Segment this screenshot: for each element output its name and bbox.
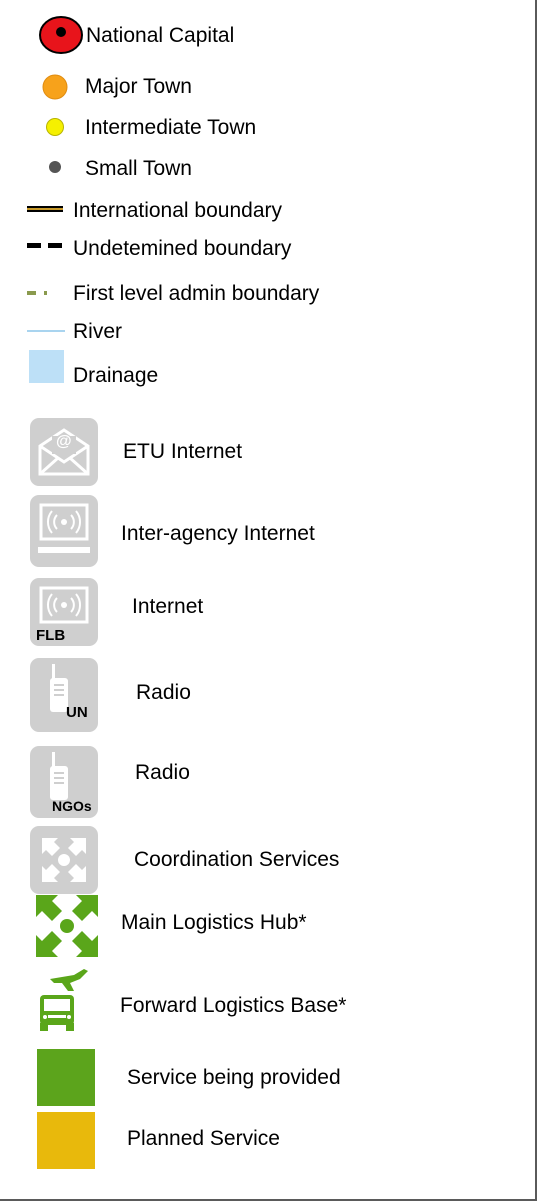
planned-service-swatch <box>37 1112 95 1169</box>
undetermined-boundary-symbol <box>27 243 62 248</box>
intermediate-town-symbol <box>46 118 64 136</box>
international-boundary-label: International boundary <box>73 199 282 222</box>
forward-logistics-base-icon <box>40 969 88 1031</box>
intermediate-town-label: Intermediate Town <box>85 116 257 139</box>
at-sign: @ <box>56 433 72 450</box>
un-tag: UN <box>66 704 88 721</box>
inter-agency-internet-icon <box>30 495 98 567</box>
radio-ngos-icon: NGOs <box>30 746 98 818</box>
etu-internet-label: ETU Internet <box>123 440 243 463</box>
service-provided-swatch <box>37 1049 95 1106</box>
radio-un-icon: UN <box>30 658 98 732</box>
small-town-label: Small Town <box>85 157 192 180</box>
undetermined-boundary-label: Undetemined boundary <box>73 237 292 260</box>
radio-un-label: Radio <box>136 681 191 704</box>
admin-boundary-label: First level admin boundary <box>73 282 320 305</box>
national-capital-symbol <box>39 16 83 54</box>
flb-tag: FLB <box>36 627 66 644</box>
admin-boundary-symbol <box>27 291 47 295</box>
main-logistics-hub-icon <box>36 895 98 957</box>
major-town-symbol <box>42 74 68 100</box>
river-label: River <box>73 320 123 343</box>
forward-logistics-base-label: Forward Logistics Base* <box>120 994 347 1017</box>
planned-service-label: Planned Service <box>127 1127 280 1150</box>
major-town-label: Major Town <box>85 75 192 98</box>
inter-agency-internet-label: Inter-agency Internet <box>121 522 315 545</box>
drainage-label: Drainage <box>73 364 159 387</box>
radio-ngos-label: Radio <box>135 761 190 784</box>
international-boundary-symbol <box>27 206 63 212</box>
internet-label: Internet <box>132 595 204 618</box>
river-symbol <box>27 330 65 332</box>
small-town-symbol <box>49 161 61 173</box>
internet-flb-icon: FLB <box>30 578 98 646</box>
service-provided-label: Service being provided <box>127 1066 341 1089</box>
etu-internet-icon: @ <box>30 418 98 486</box>
drainage-symbol <box>29 350 64 383</box>
national-capital-label: National Capital <box>86 24 235 47</box>
coordination-services-label: Coordination Services <box>134 848 340 871</box>
main-logistics-hub-label: Main Logistics Hub* <box>121 911 307 934</box>
coordination-services-icon <box>30 826 98 894</box>
ngos-tag: NGOs <box>52 798 92 814</box>
